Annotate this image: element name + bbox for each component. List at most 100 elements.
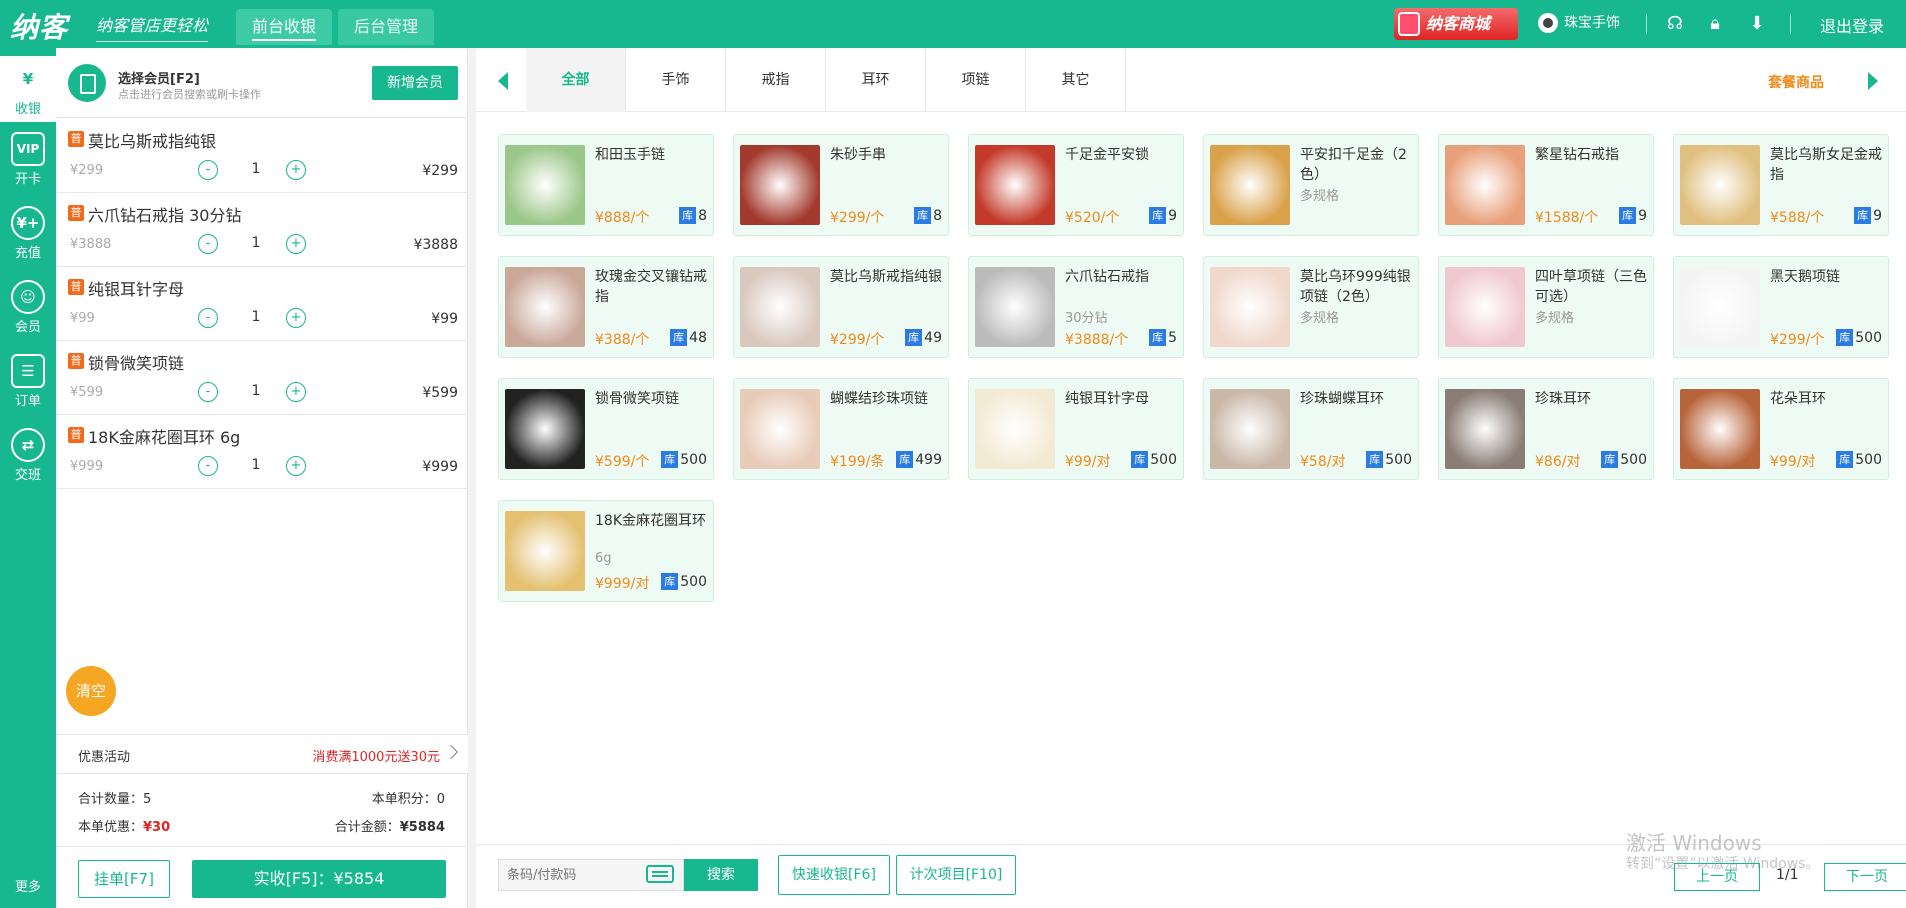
tab-category[interactable]: 戒指	[726, 48, 826, 112]
product-card[interactable]: 莫比乌斯戒指纯银 ¥299/个 库 49	[733, 256, 949, 358]
cart-item-subtotal: ¥599	[422, 385, 458, 401]
prev-page-button[interactable]: 上一页	[1674, 863, 1760, 891]
avatar	[1538, 13, 1558, 33]
product-stock: 库 49	[905, 329, 942, 346]
product-card[interactable]: 朱砂手串 ¥299/个 库 8	[733, 134, 949, 236]
cart-item-price: ¥299	[70, 163, 104, 178]
product-card[interactable]: 千足金平安锁 ¥520/个 库 9	[968, 134, 1184, 236]
product-card[interactable]: 锁骨微笑项链 ¥599/个库 500	[498, 378, 714, 480]
nav-item-order[interactable]: ☰ 订单	[0, 354, 56, 409]
qty-decrease-button[interactable]: -	[198, 456, 218, 476]
arrow-left-icon[interactable]	[498, 72, 508, 90]
cart-item[interactable]: 普六爪钻石戒指 30分钻 ¥3888 - 1 + ¥3888	[56, 193, 468, 267]
total-quantity: 合计数量：5	[78, 788, 151, 807]
product-price: ¥99/对	[1770, 454, 1816, 470]
product-card[interactable]: 18K金麻花圈耳环 6g ¥999/对库 500	[498, 500, 714, 602]
product-card[interactable]: 莫比乌斯女足金戒指 ¥588/个 库 9	[1673, 134, 1889, 236]
qty-increase-button[interactable]: +	[286, 308, 306, 328]
clear-cart-button[interactable]: 清空	[66, 666, 116, 716]
member-price-badge: 普	[68, 353, 84, 369]
product-stock: 库 500	[661, 573, 707, 590]
qty-decrease-button[interactable]: -	[198, 160, 218, 180]
quick-pay-button[interactable]: 快速收银[F6]	[778, 855, 890, 895]
promotion-row[interactable]: 优惠活动 消费满1000元送30元	[56, 734, 468, 774]
arrow-right-icon[interactable]	[1868, 72, 1878, 90]
logout-button[interactable]: 退出登录	[1820, 13, 1884, 37]
qty-increase-button[interactable]: +	[286, 382, 306, 402]
product-card[interactable]: 珍珠耳环 ¥86/对 库 500	[1438, 378, 1654, 480]
product-card[interactable]: 四叶草项链（三色可选） 多规格	[1438, 256, 1654, 358]
tab-category[interactable]: 手饰	[626, 48, 726, 112]
checkout-button[interactable]: 实收[F5]：¥5854	[192, 860, 446, 898]
product-spec: 多规格	[1300, 189, 1340, 204]
nav-item-more[interactable]: 更多	[0, 876, 56, 895]
product-card[interactable]: 六爪钻石戒指 30分钻 ¥3888/个 库 5	[968, 256, 1184, 358]
tab-category[interactable]: 耳环	[826, 48, 926, 112]
cart-item-qty[interactable]: 1	[246, 457, 266, 473]
divider	[1790, 14, 1791, 34]
product-stock-value: 500	[680, 574, 707, 590]
tab-category[interactable]: 全部	[526, 48, 626, 112]
product-card[interactable]: 黑天鹅项链 ¥299/个库 500	[1673, 256, 1889, 358]
user-menu[interactable]: 珠宝手饰	[1538, 12, 1620, 33]
product-card[interactable]: 珍珠蝴蝶耳环 ¥58/对 库 500	[1203, 378, 1419, 480]
member-icon: ☺	[11, 280, 45, 314]
cart-item[interactable]: 普锁骨微笑项链 ¥599 - 1 + ¥599	[56, 341, 468, 415]
cart-item[interactable]: 普莫比乌斯戒指纯银 ¥299 - 1 + ¥299	[56, 119, 468, 193]
keyboard-icon[interactable]	[646, 865, 674, 883]
qty-decrease-button[interactable]: -	[198, 234, 218, 254]
stock-badge: 库	[905, 329, 923, 346]
qty-increase-button[interactable]: +	[286, 160, 306, 180]
cart-item-qty[interactable]: 1	[246, 235, 266, 251]
product-card[interactable]: 蝴蝶结珍珠项链 ¥199/条库 499	[733, 378, 949, 480]
product-image	[1210, 145, 1290, 225]
cart-item[interactable]: 普纯银耳针字母 ¥99 - 1 + ¥99	[56, 267, 468, 341]
mall-button[interactable]: 纳客商城	[1394, 8, 1518, 40]
cart-item-qty[interactable]: 1	[246, 309, 266, 325]
product-card[interactable]: 花朵耳环 ¥99/对 库 500	[1673, 378, 1889, 480]
divider	[56, 846, 468, 847]
nav-item-recharge[interactable]: ¥+ 充值	[0, 206, 56, 261]
product-image	[740, 389, 820, 469]
add-member-button[interactable]: 新增会员	[372, 66, 458, 100]
nav-item-member[interactable]: ☺ 会员	[0, 280, 56, 335]
tab-back-office[interactable]: 后台管理	[338, 9, 435, 45]
cart-item-qty[interactable]: 1	[246, 161, 266, 177]
qty-decrease-button[interactable]: -	[198, 308, 218, 328]
qty-increase-button[interactable]: +	[286, 234, 306, 254]
product-card[interactable]: 平安扣千足金（2色） 多规格	[1203, 134, 1419, 236]
tab-category[interactable]: 其它	[1026, 48, 1126, 112]
cart-item[interactable]: 普 18K金麻花圈耳环 6g ¥999 - 1 + ¥999	[56, 415, 468, 489]
product-stock: 库9	[1619, 207, 1647, 224]
product-card[interactable]: 和田玉手链 ¥888/个 库 8	[498, 134, 714, 236]
next-page-button[interactable]: 下一页	[1824, 863, 1906, 891]
nav-item-vip[interactable]: VIP 开卡	[0, 132, 56, 187]
search-button[interactable]: 搜索	[684, 859, 758, 891]
tab-front-cashier[interactable]: 前台收银	[236, 9, 333, 45]
product-stock-value: 500	[1150, 452, 1177, 468]
product-card[interactable]: 纯银耳针字母 ¥99/对 库 500	[968, 378, 1184, 480]
count-item-button[interactable]: 计次项目[F10]	[896, 855, 1016, 895]
combo-products-link[interactable]: 套餐商品	[1768, 72, 1824, 92]
cart-item-name: 纯银耳针字母	[88, 280, 185, 299]
download-icon[interactable]: ⬇	[1746, 13, 1768, 35]
product-stock-value: 9	[1168, 208, 1177, 224]
order-icon: ☰	[11, 354, 45, 388]
nav-item-cashier[interactable]: ¥ 收银	[0, 56, 56, 122]
nav-item-shift[interactable]: ⇄ 交班	[0, 428, 56, 483]
product-card[interactable]: 繁星钻石戒指 ¥1588/个 库 9	[1438, 134, 1654, 236]
product-card[interactable]: 玫瑰金交叉镶钻戒指 ¥388/个 库 48	[498, 256, 714, 358]
qty-decrease-button[interactable]: -	[198, 382, 218, 402]
lock-icon[interactable]: 🔒︎	[1704, 13, 1726, 35]
product-image	[740, 267, 820, 347]
member-select[interactable]: 选择会员[F2] 点击进行会员搜索或刷卡操作 新增会员	[56, 48, 468, 118]
headset-icon[interactable]: ☊	[1664, 13, 1686, 35]
product-image	[1210, 389, 1290, 469]
product-stock: 库 500	[1366, 451, 1412, 468]
qty-increase-button[interactable]: +	[286, 456, 306, 476]
cart-item-qty[interactable]: 1	[246, 383, 266, 399]
product-card[interactable]: 莫比乌环999纯银项链（2色） 多规格	[1203, 256, 1419, 358]
hold-order-button[interactable]: 挂单[F7]	[78, 860, 170, 898]
tab-category[interactable]: 项链	[926, 48, 1026, 112]
cart-item-price: ¥999	[70, 459, 104, 474]
